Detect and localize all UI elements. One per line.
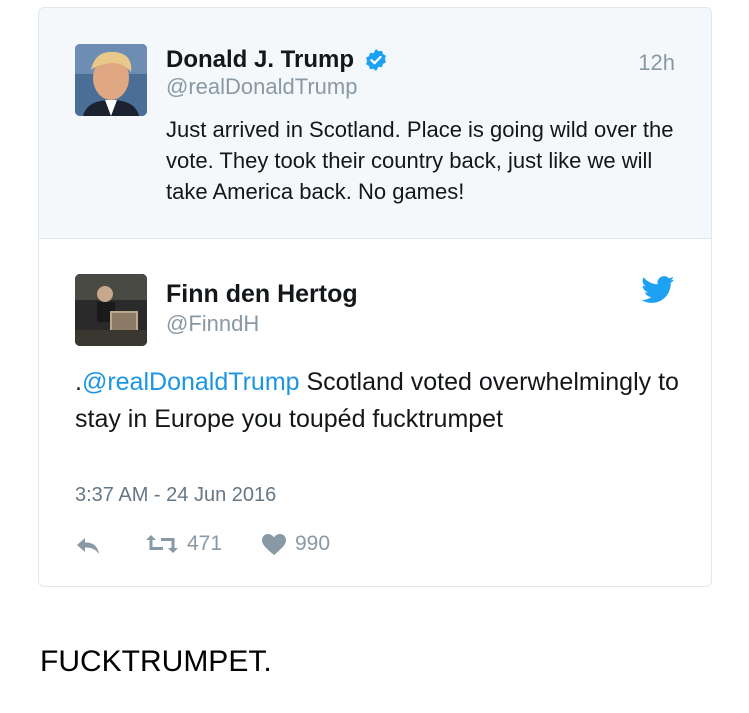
tweet-card: Donald J. Trump @realDonaldTrump 12h Jus… <box>38 7 712 587</box>
trump-avatar[interactable] <box>75 44 147 116</box>
verified-badge-icon <box>366 49 386 71</box>
reply-timestamp[interactable]: 3:37 AM - 24 Jun 2016 <box>75 484 276 507</box>
reply-text-prefix: . <box>75 368 82 396</box>
retweet-icon <box>146 535 178 553</box>
like-count: 990 <box>295 532 331 555</box>
twitter-bird-icon[interactable] <box>641 276 675 304</box>
reply-author-name[interactable]: Finn den Hertog <box>166 280 358 309</box>
reply-author-handle[interactable]: @FinndH <box>166 311 259 337</box>
heart-icon <box>262 533 286 555</box>
finn-avatar[interactable] <box>75 274 147 346</box>
reply-tweet-text: .@realDonaldTrump Scotland voted overwhe… <box>75 364 685 438</box>
quoted-author-handle[interactable]: @realDonaldTrump <box>166 74 357 100</box>
reply-button[interactable] <box>75 536 101 556</box>
quoted-tweet[interactable]: Donald J. Trump @realDonaldTrump 12h Jus… <box>39 8 711 239</box>
retweet-button[interactable]: 471 <box>145 532 222 556</box>
quoted-tweet-time[interactable]: 12h <box>638 50 675 76</box>
mention-link[interactable]: @realDonaldTrump <box>82 368 300 396</box>
meme-caption: FUCKTRUMPET. <box>40 645 272 678</box>
quoted-tweet-text: Just arrived in Scotland. Place is going… <box>166 117 674 204</box>
quoted-author-name[interactable]: Donald J. Trump <box>166 46 354 74</box>
retweet-count: 471 <box>187 532 223 555</box>
reply-icon <box>77 538 99 554</box>
tweet-actions: 471 990 <box>75 532 675 562</box>
like-button[interactable]: 990 <box>261 532 330 556</box>
